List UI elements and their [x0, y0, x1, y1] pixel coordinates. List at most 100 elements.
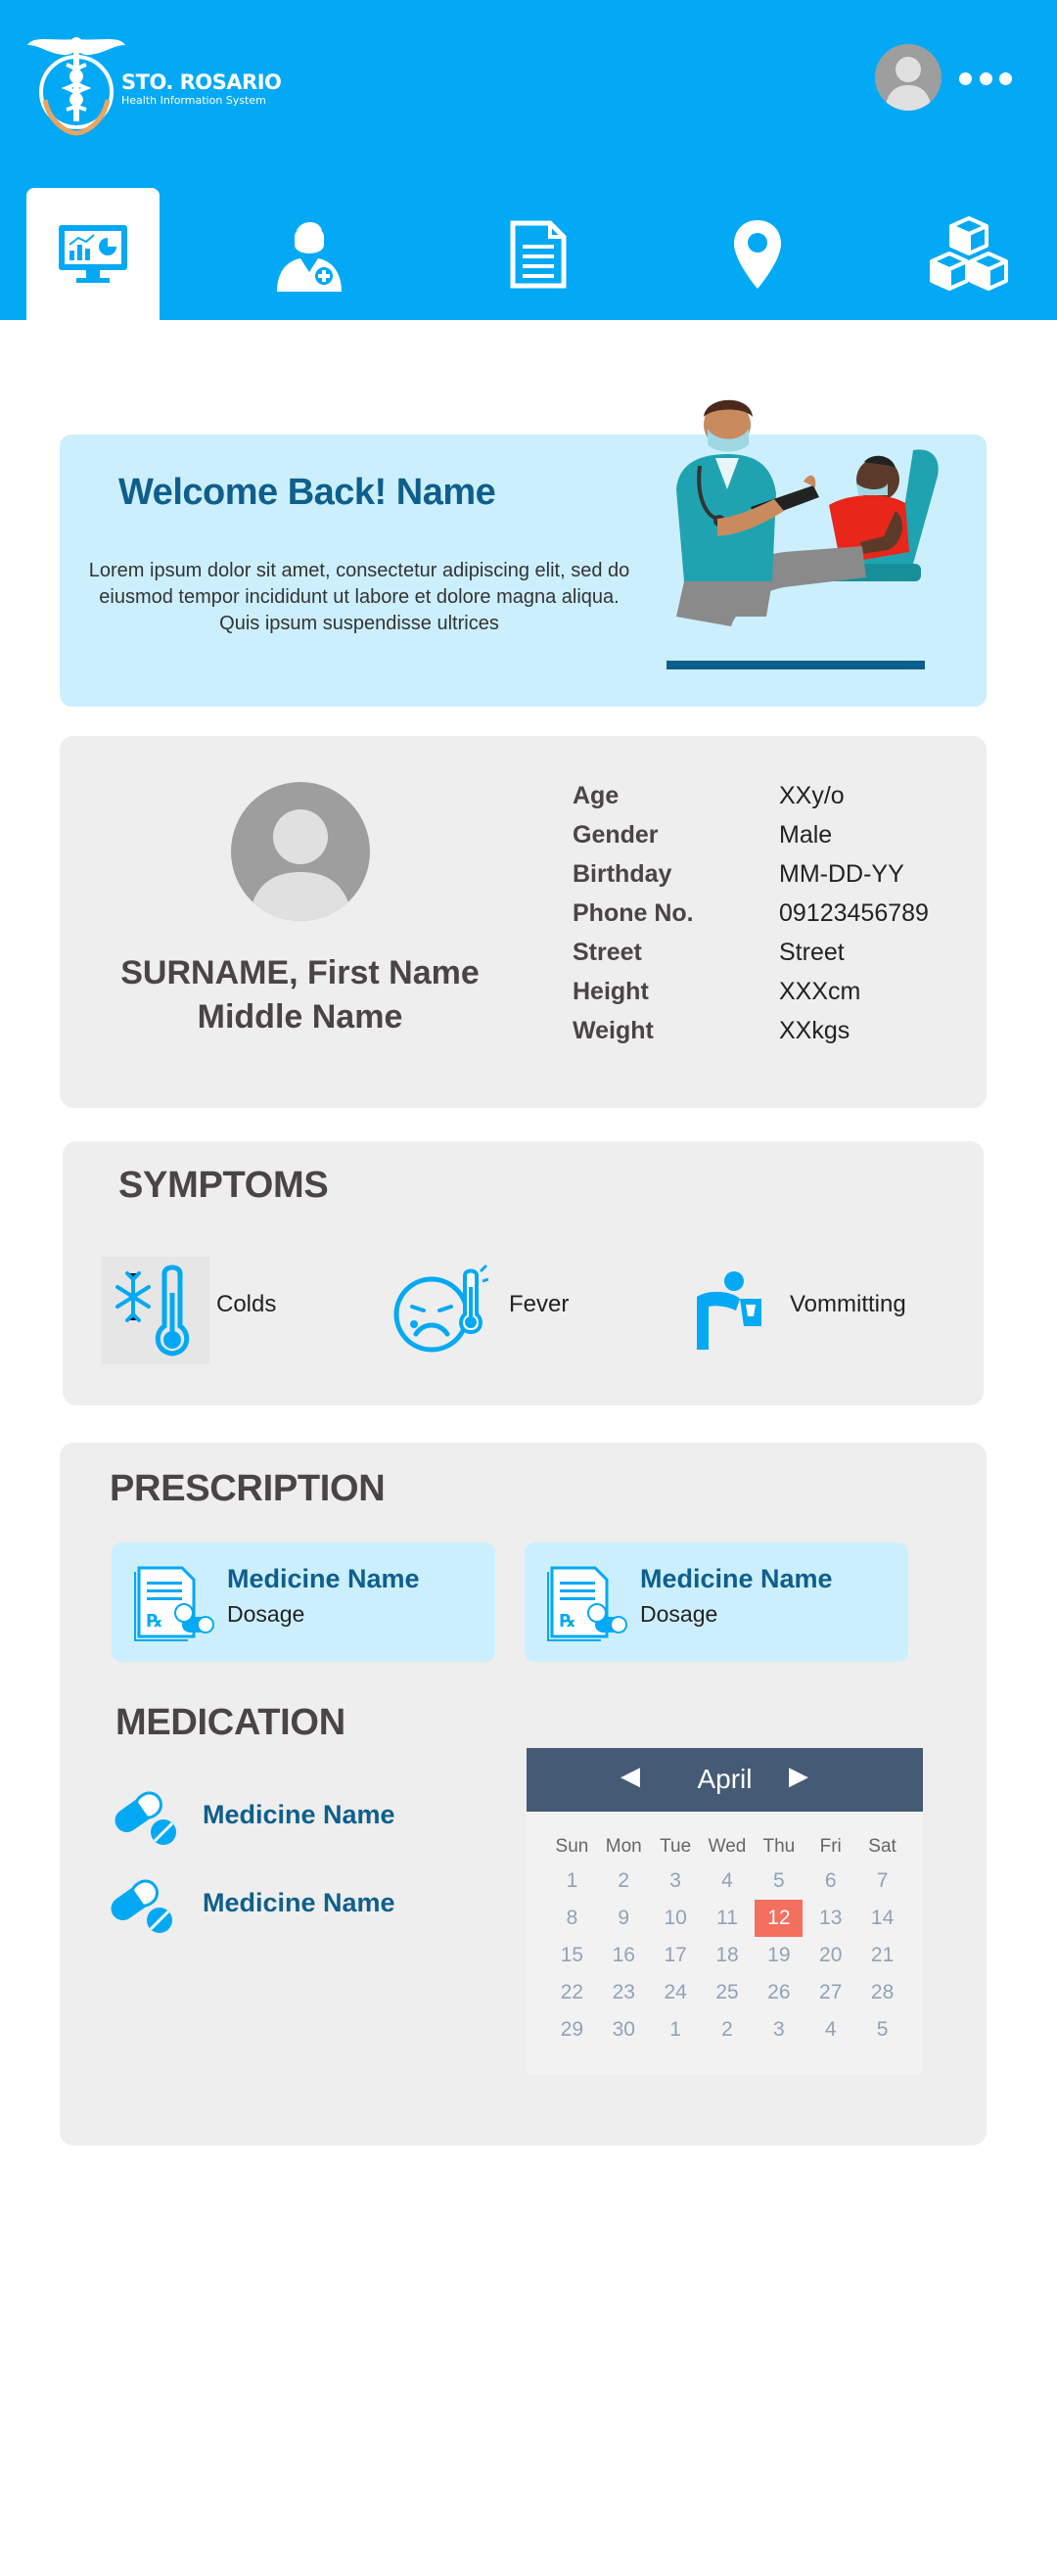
symptom-label-colds: Colds	[216, 1291, 277, 1317]
tab-location[interactable]	[691, 188, 824, 320]
calendar-day[interactable]: 11	[702, 1900, 754, 1937]
calendar-day[interactable]: 30	[598, 2011, 650, 2048]
calendar-day[interactable]: 15	[546, 1937, 598, 1974]
calendar-day[interactable]: 9	[598, 1900, 650, 1937]
calendar-weekday: Mon	[605, 1836, 642, 1857]
calendar-day[interactable]: 4	[702, 1863, 754, 1900]
weight-label: Weight	[573, 1017, 654, 1044]
calendar-day[interactable]: 8	[546, 1900, 598, 1937]
medication-name[interactable]: Medicine Name	[203, 1888, 395, 1918]
calendar-weekday: Sat	[868, 1836, 896, 1857]
caduceus-logo-icon[interactable]	[23, 31, 129, 141]
vomiting-person-icon	[674, 1257, 782, 1364]
calendar-day[interactable]: 23	[598, 1974, 650, 2011]
calendar-day[interactable]: 1	[650, 2011, 702, 2048]
calendar-day[interactable]: 14	[856, 1900, 908, 1937]
prescription-medicine-name: Medicine Name	[227, 1564, 420, 1593]
location-pin-icon	[734, 219, 781, 289]
dot-icon	[979, 71, 992, 85]
prescription-item[interactable]: ℞ Medicine Name Dosage	[112, 1542, 495, 1662]
prescription-paper-icon: ℞	[133, 1562, 217, 1642]
phone-label: Phone No.	[573, 899, 694, 927]
age-value: XXy/o	[779, 782, 845, 809]
svg-text:℞: ℞	[147, 1611, 162, 1632]
calendar-day[interactable]: 25	[702, 1974, 754, 2011]
welcome-banner: Welcome Back! Name Lorem ipsum dolor sit…	[60, 399, 987, 707]
tab-dashboard[interactable]	[26, 188, 160, 320]
app-header: STO. ROSARIO Health Information System	[0, 0, 1057, 320]
cold-thermometer-icon	[102, 1257, 209, 1364]
prescription-dosage: Dosage	[227, 1601, 305, 1627]
patient-profile-card: SURNAME, First Name Middle Name Age XXy/…	[60, 736, 987, 1108]
tab-inventory[interactable]	[902, 188, 1035, 320]
birthday-label: Birthday	[573, 860, 672, 888]
patient-name-line1: SURNAME, First Name	[120, 954, 480, 991]
weight-value: XXkgs	[779, 1017, 850, 1044]
calendar-day[interactable]: 16	[598, 1937, 650, 1974]
calendar-day[interactable]: 7	[856, 1863, 908, 1900]
age-label: Age	[573, 782, 620, 809]
symptom-label-vomiting: Vommitting	[790, 1291, 906, 1317]
calendar-day[interactable]: 17	[650, 1937, 702, 1974]
calendar-day[interactable]: 4	[804, 2011, 856, 2048]
calendar-day[interactable]: 10	[650, 1900, 702, 1937]
calendar-weekday: Thu	[762, 1836, 796, 1857]
dot-icon	[959, 71, 972, 85]
patient-name-line2: Middle Name	[197, 998, 403, 1035]
calendar-day[interactable]: 3	[650, 1863, 702, 1900]
prescription-card: PRESCRIPTION ℞ Medicine Name Dosage ℞ Me…	[60, 1443, 987, 2145]
calendar-day[interactable]: 22	[546, 1974, 598, 2011]
pills-icon	[109, 1787, 179, 1848]
calendar-day[interactable]: 3	[753, 2011, 804, 2048]
calendar-day[interactable]: 19	[753, 1937, 804, 1974]
height-value: XXXcm	[779, 978, 861, 1005]
tab-documents[interactable]	[472, 188, 605, 320]
welcome-divider	[666, 661, 925, 669]
calendar-day[interactable]: 5	[856, 2011, 908, 2048]
user-avatar[interactable]	[875, 44, 942, 111]
calendar-day[interactable]: 1	[546, 1863, 598, 1900]
calendar-month: April	[697, 1764, 753, 1794]
medication-name[interactable]: Medicine Name	[203, 1800, 395, 1830]
gender-label: Gender	[573, 821, 659, 849]
calendar-weekday: Tue	[660, 1836, 692, 1857]
birthday-value: MM-DD-YY	[779, 860, 904, 888]
phone-value: 09123456789	[779, 899, 929, 927]
height-label: Height	[573, 978, 649, 1005]
calendar-day[interactable]: 5	[753, 1863, 804, 1900]
calendar-day[interactable]: 27	[804, 1974, 856, 2011]
calendar-header: ◀ April ▶	[527, 1748, 923, 1812]
calendar-widget: ◀ April ▶ Sun Mon Tue Wed Thu Fri Sat 1 2 3 4 5 6 7 8 9…	[527, 1748, 923, 2073]
dot-icon	[999, 71, 1012, 85]
patient-avatar	[231, 782, 370, 921]
document-icon	[510, 220, 567, 288]
calendar-day[interactable]: 28	[856, 1974, 908, 2011]
calendar-day[interactable]: 26	[753, 1974, 804, 2011]
calendar-day[interactable]: 13	[804, 1900, 856, 1937]
calendar-day[interactable]: 2	[702, 2011, 754, 2048]
inventory-boxes-icon	[930, 215, 1008, 291]
calendar-day[interactable]: 20	[804, 1937, 856, 1974]
calendar-day[interactable]: 2	[598, 1863, 650, 1900]
more-options-button[interactable]	[959, 59, 1012, 98]
calendar-weekday: Wed	[708, 1836, 747, 1857]
prescription-dosage: Dosage	[640, 1601, 718, 1627]
calendar-day[interactable]: 6	[804, 1863, 856, 1900]
welcome-title: Welcome Back! Name	[118, 472, 496, 513]
calendar-day-today[interactable]: 12	[755, 1900, 804, 1937]
calendar-day[interactable]: 18	[702, 1937, 754, 1974]
brand-name: STO. ROSARIO	[121, 70, 282, 94]
pills-icon	[105, 1875, 175, 1936]
calendar-day[interactable]: 21	[856, 1937, 908, 1974]
street-value: Street	[779, 939, 845, 966]
patient-name: SURNAME, First Name Middle Name	[79, 951, 521, 1039]
calendar-day[interactable]: 29	[546, 2011, 598, 2048]
calendar-day[interactable]: 24	[650, 1974, 702, 2011]
welcome-text: Lorem ipsum dolor sit amet, consectetur …	[88, 560, 630, 634]
symptoms-title: SYMPTOMS	[118, 1165, 329, 1206]
calendar-grid: Sun Mon Tue Wed Thu Fri Sat 1 2 3 4 5 6 7 8 9 10 11 12 13 14…	[546, 1831, 908, 2048]
tab-doctor[interactable]	[243, 188, 376, 320]
calendar-next-button[interactable]: ▶	[789, 1762, 808, 1791]
prescription-item[interactable]: ℞ Medicine Name Dosage	[525, 1542, 908, 1662]
doctor-icon	[277, 221, 342, 292]
